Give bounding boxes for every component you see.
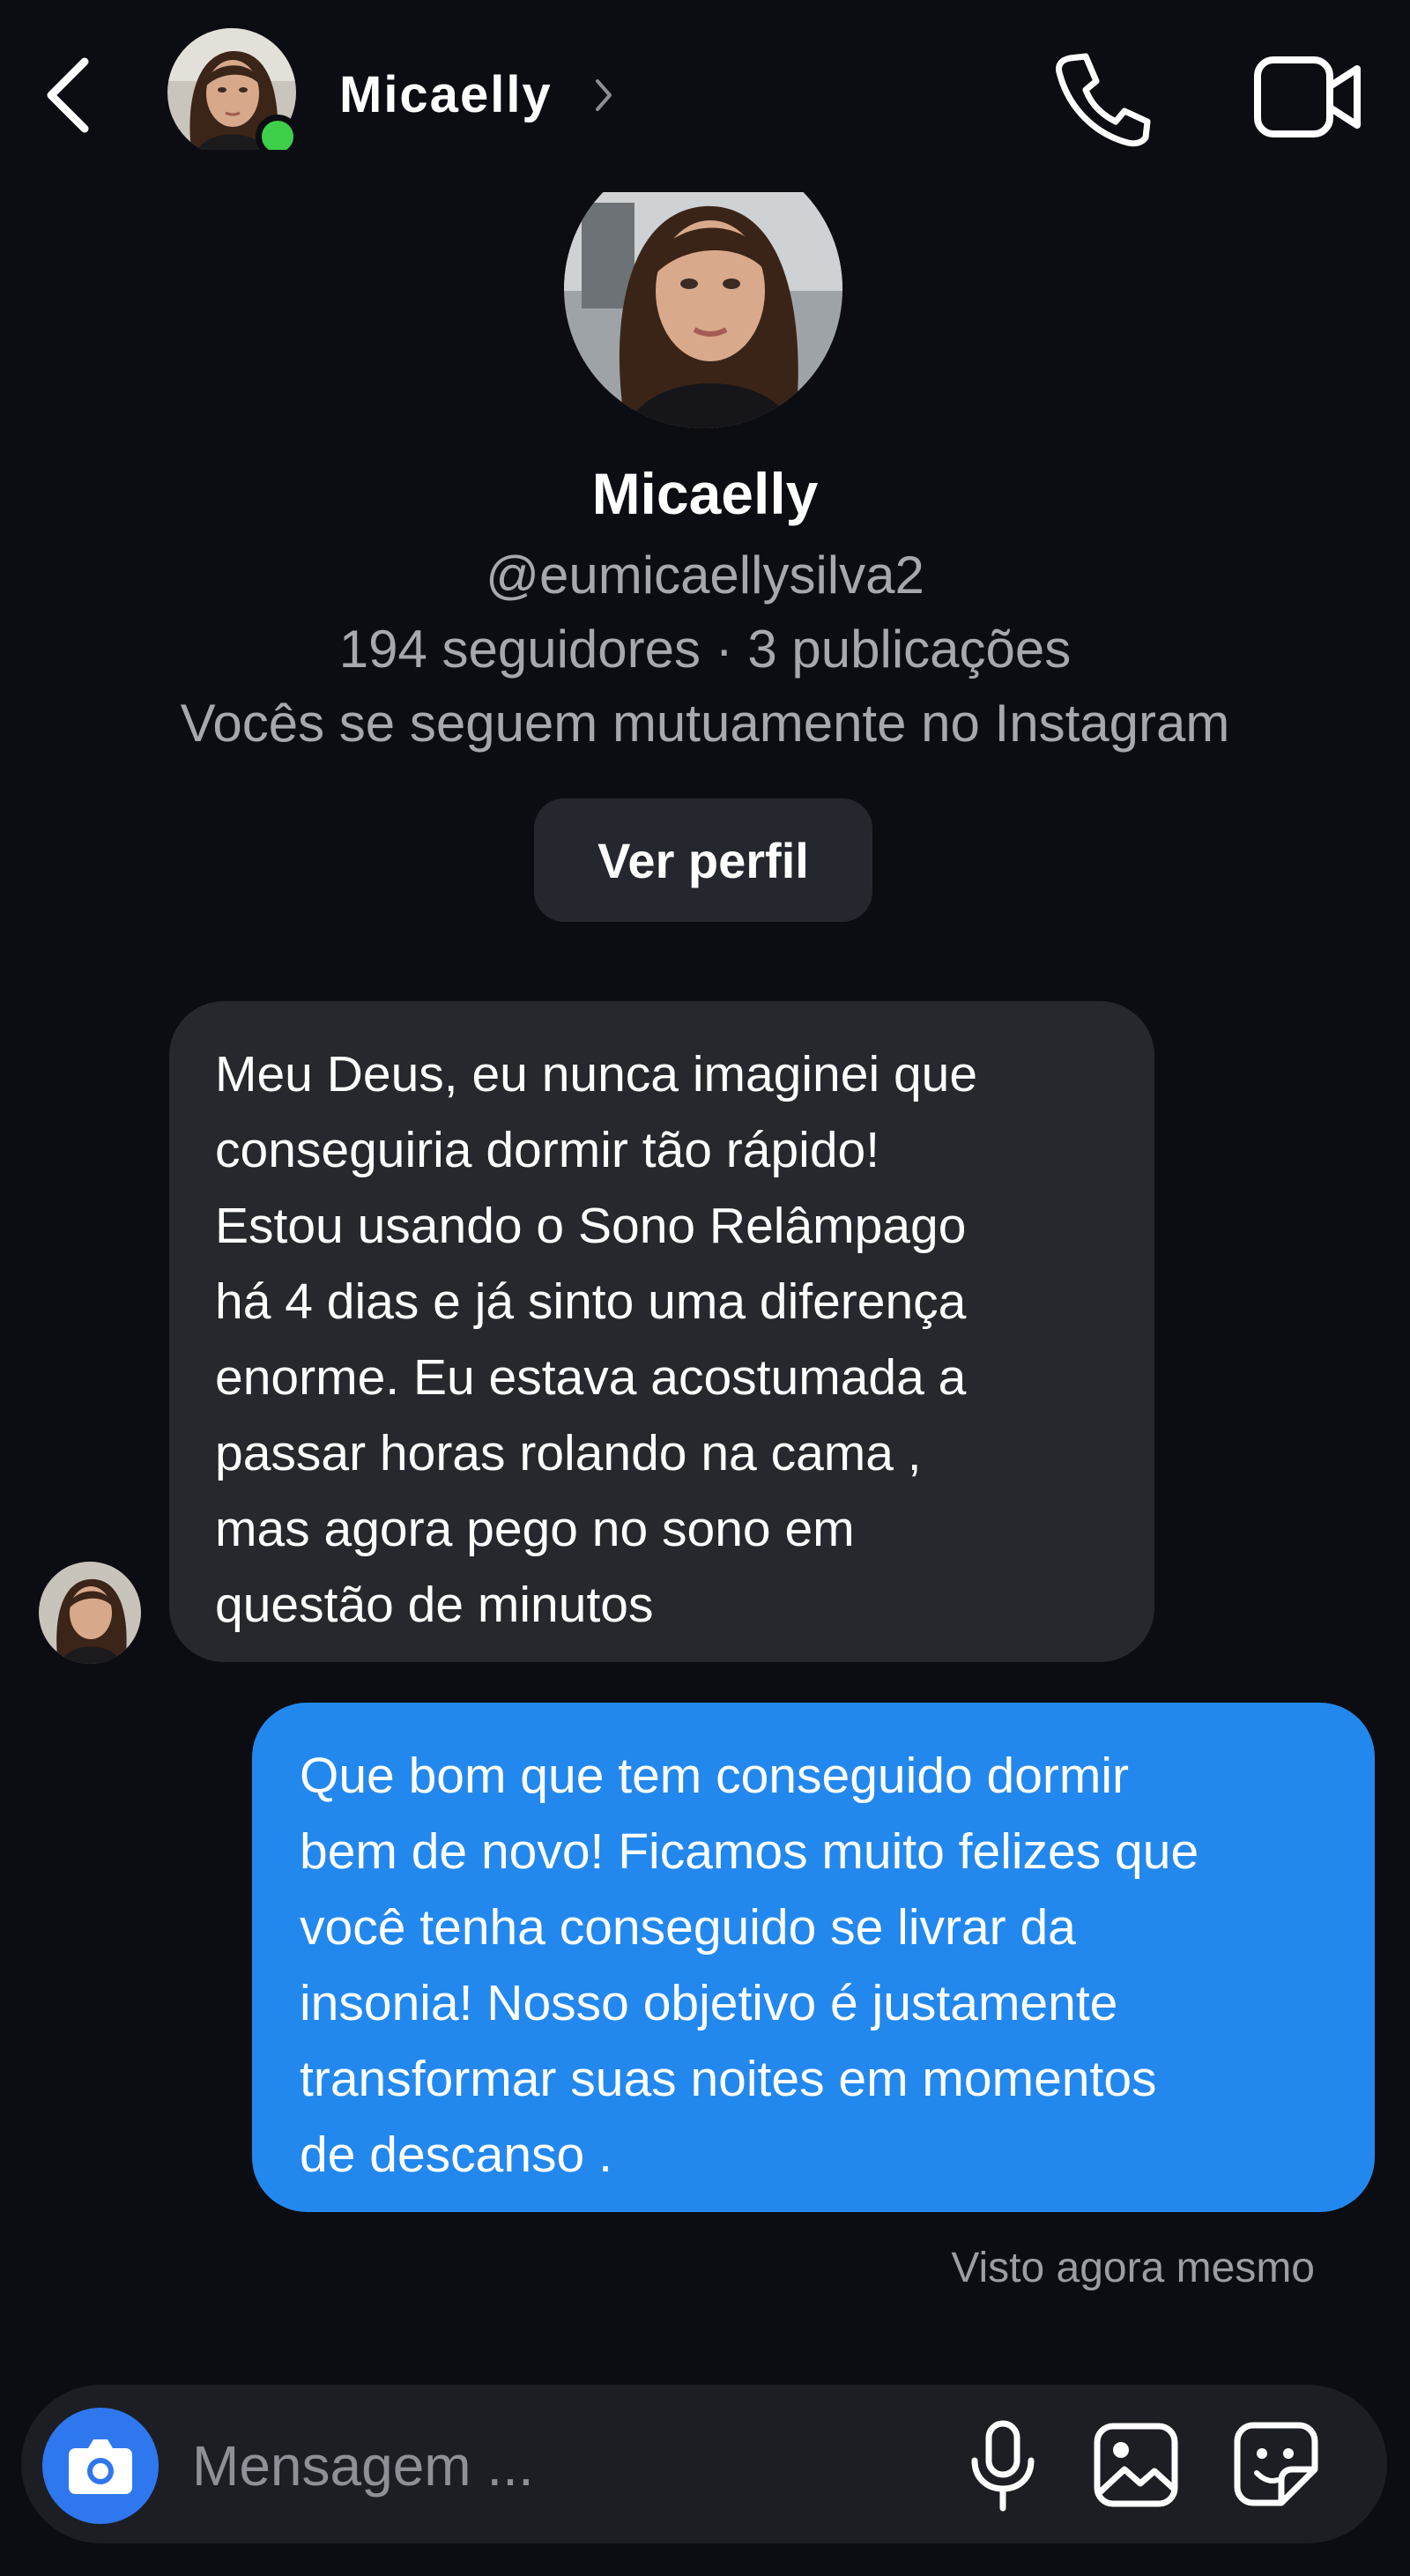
message-line: transformar suas noites em momentos: [300, 2051, 1157, 2107]
chevron-right-icon[interactable]: [592, 76, 615, 115]
message-line: questão de minutos: [215, 1577, 654, 1633]
sender-avatar[interactable]: [39, 1562, 141, 1664]
back-arrow-icon[interactable]: [39, 51, 100, 139]
profile-handle: @eumicaellysilva2: [486, 546, 924, 605]
incoming-message-bubble[interactable]: Meu Deus, eu nunca imaginei que consegui…: [169, 1001, 1154, 1662]
profile-name: Micaelly: [591, 461, 819, 526]
view-profile-button[interactable]: Ver perfil: [534, 798, 872, 922]
seen-status: Visto agora mesmo: [951, 2245, 1315, 2291]
phone-icon[interactable]: [1050, 46, 1153, 148]
gallery-icon[interactable]: [1093, 2422, 1179, 2508]
camera-button[interactable]: [42, 2408, 159, 2524]
message-line: bem de novo! Ficamos muito felizes que: [300, 1823, 1199, 1880]
message-line: de descanso .: [300, 2127, 612, 2183]
mutual-follow-text: Vocês se seguem mutuamente no Instagram: [180, 694, 1230, 753]
camera-icon: [69, 2439, 132, 2494]
message-line: há 4 dias e já sinto uma diferença: [215, 1273, 967, 1330]
video-camera-icon[interactable]: [1253, 53, 1362, 141]
message-line: insonia! Nosso objetivo é justamente: [300, 1975, 1118, 2031]
header-divider-overlap: [0, 150, 1410, 192]
header-contact-name[interactable]: Micaelly: [339, 65, 553, 124]
message-input[interactable]: [192, 2425, 897, 2506]
profile-stats: 194 seguidores · 3 publicações: [338, 620, 1072, 679]
microphone-icon[interactable]: [968, 2420, 1038, 2512]
outgoing-message-bubble[interactable]: Que bom que tem conseguido dormir bem de…: [252, 1703, 1375, 2212]
sticker-icon[interactable]: [1232, 2420, 1320, 2508]
message-line: conseguiria dormir tão rápido!: [215, 1122, 880, 1178]
message-line: Estou usando o Sono Relâmpago: [215, 1198, 967, 1254]
message-line: enorme. Eu estava acostumada a: [215, 1349, 967, 1406]
message-line: mas agora pego no sono em: [215, 1501, 855, 1557]
chat-screen: Micaelly Micaelly @eumicaellysilva2 194 …: [0, 0, 1410, 2576]
message-line: passar horas rolando na cama ,: [215, 1425, 922, 1481]
message-line: Que bom que tem conseguido dormir: [300, 1748, 1130, 1804]
message-line: Meu Deus, eu nunca imaginei que: [215, 1046, 978, 1102]
message-line: você tenha conseguido se livrar da: [300, 1899, 1076, 1956]
